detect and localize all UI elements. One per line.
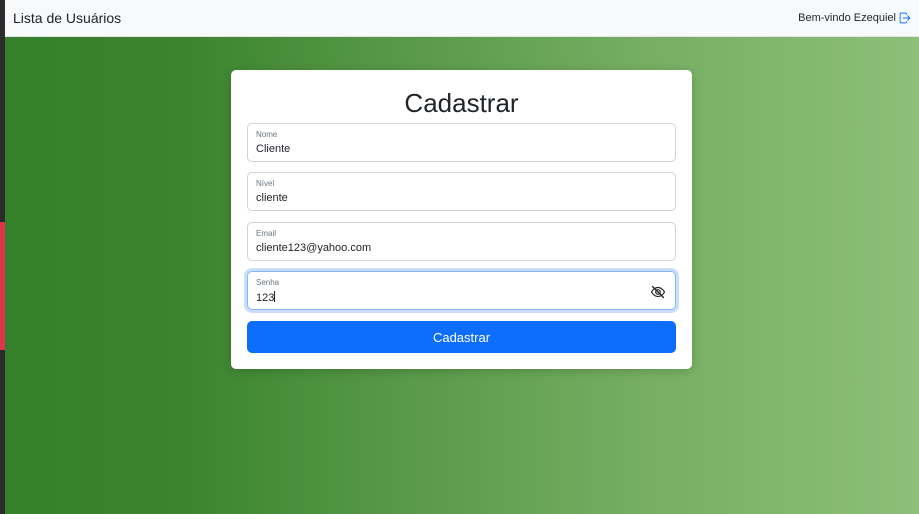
logout-icon[interactable] — [899, 12, 911, 24]
navbar-brand[interactable]: Lista de Usuários — [13, 10, 121, 26]
welcome-area: Bem-vindo Ezequiel — [798, 12, 911, 24]
name-field-label: Nome — [256, 130, 278, 139]
text-caret — [274, 291, 276, 302]
password-field-value-wrap: 123 — [256, 291, 276, 304]
welcome-text: Bem-vindo Ezequiel — [798, 12, 896, 24]
level-field-value: cliente — [256, 192, 288, 204]
password-field-value: 123 — [256, 292, 275, 304]
submit-button[interactable]: Cadastrar — [247, 321, 676, 353]
eye-slash-icon[interactable] — [650, 284, 666, 300]
level-field-label: Nível — [256, 179, 275, 188]
email-field-label: Email — [256, 229, 277, 238]
email-field-value: cliente123@yahoo.com — [256, 242, 372, 254]
form-title: Cadastrar — [404, 88, 519, 118]
password-field[interactable]: Senha 123 — [247, 271, 676, 310]
email-field[interactable]: Email cliente123@yahoo.com — [247, 222, 676, 261]
name-field[interactable]: Nome Cliente — [247, 123, 676, 162]
level-field[interactable]: Nível cliente — [247, 172, 676, 211]
name-field-value: Cliente — [256, 143, 291, 155]
app-window: Lista de Usuários Bem-vindo Ezequiel Cad… — [0, 0, 919, 514]
password-field-label: Senha — [256, 278, 280, 287]
navbar: Lista de Usuários Bem-vindo Ezequiel — [5, 0, 919, 37]
register-card: Cadastrar Nome Cliente Nível cliente Ema… — [231, 70, 692, 369]
